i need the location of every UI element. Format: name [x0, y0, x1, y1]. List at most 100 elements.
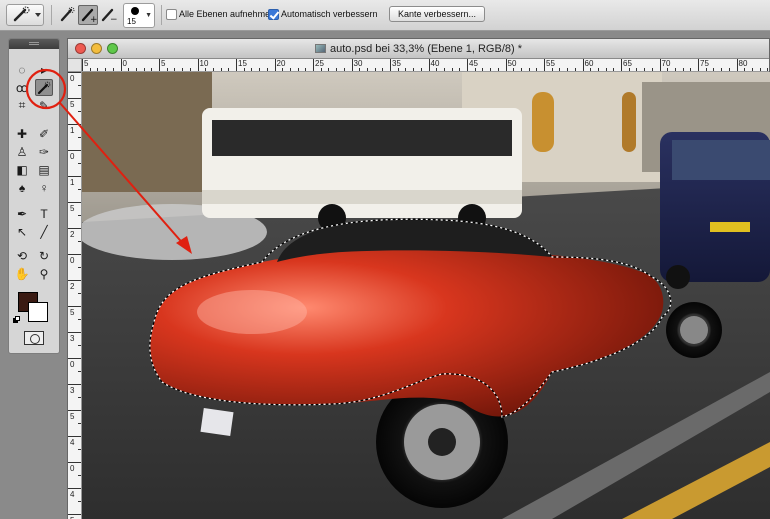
ruler-label: 75 — [700, 59, 709, 68]
healing-brush-icon[interactable]: ✚ — [13, 125, 31, 142]
car-photo — [82, 72, 770, 519]
options-bar: + − 15 ▼ Alle Ebenen aufnehmen Automatis… — [0, 0, 770, 31]
ruler-label: 35 — [392, 59, 401, 68]
pen-tool-icon[interactable]: ✒ — [13, 205, 31, 222]
ruler-label: 1 — [70, 178, 75, 187]
tools-panel-header[interactable] — [9, 39, 59, 49]
ruler-tick — [68, 72, 81, 73]
lasso-tool-icon[interactable]: ꝏ — [13, 79, 31, 96]
chevron-down-icon: ▼ — [145, 12, 152, 19]
ruler-tick — [68, 124, 81, 125]
blur-tool-icon[interactable]: ♠ — [13, 179, 31, 196]
image-canvas[interactable] — [82, 72, 770, 519]
path-selection-icon[interactable]: ↖ — [13, 223, 31, 240]
ruler-tick — [68, 98, 81, 99]
zoom-tool-icon[interactable]: ⚲ — [35, 265, 53, 282]
crop-tool-icon[interactable]: ⌗ — [13, 97, 31, 114]
ruler-tick — [68, 176, 81, 177]
horizontal-ruler[interactable]: 5 0 5 10 15 20 25 30 35 40 45 50 55 60 65 70 75 80 — [82, 59, 769, 72]
history-brush-icon[interactable]: ✑ — [35, 143, 53, 160]
ruler-label: 55 — [546, 59, 555, 68]
3d-orbit-icon[interactable]: ↻ — [35, 247, 53, 264]
type-tool-icon[interactable]: T — [35, 205, 53, 222]
gradient-tool-icon[interactable]: ▤ — [35, 161, 53, 178]
ruler-tick — [68, 228, 81, 229]
ruler-tick — [274, 59, 276, 71]
ruler-tick — [621, 59, 622, 71]
eyedropper-tool-icon[interactable]: ✎ — [35, 97, 53, 114]
ruler-label: 3 — [70, 334, 75, 343]
all-layers-label: Alle Ebenen aufnehmen — [179, 9, 276, 19]
add-to-selection-button[interactable]: + — [78, 5, 98, 25]
auto-enhance-checkbox[interactable] — [268, 9, 279, 20]
clone-stamp-icon[interactable]: ♙ — [13, 143, 31, 160]
ruler-tick — [68, 384, 81, 385]
subtract-from-selection-button[interactable]: − — [99, 6, 118, 25]
quick-selection-tool-icon[interactable] — [35, 79, 53, 96]
refine-edge-button[interactable]: Kante verbessern... — [389, 6, 486, 22]
document-titlebar[interactable]: auto.psd bei 33,3% (Ebene 1, RGB/8) * — [68, 39, 769, 59]
move-tool-icon[interactable]: ▸ — [35, 61, 53, 78]
ruler-label: 0 — [70, 152, 75, 161]
quick-selection-icon — [13, 6, 41, 22]
ruler-label: 0 — [70, 74, 75, 83]
ruler-tick — [68, 254, 81, 255]
ruler-label: 4 — [70, 438, 75, 447]
ruler-label: 0 — [122, 59, 127, 68]
ruler-tick — [68, 332, 81, 333]
dodge-tool-icon[interactable]: ♀ — [35, 179, 53, 196]
ruler-tick — [68, 306, 81, 307]
ruler-label: 4 — [70, 490, 75, 499]
ruler-label: 0 — [70, 360, 75, 369]
ruler-tick — [68, 410, 81, 411]
ruler-label: 50 — [507, 59, 517, 68]
document-window: auto.psd bei 33,3% (Ebene 1, RGB/8) * 50… — [67, 38, 770, 519]
brush-add-icon: + — [81, 8, 98, 25]
ruler-tick — [351, 59, 353, 71]
ruler-tick — [68, 280, 81, 281]
ruler-origin[interactable] — [68, 59, 82, 72]
svg-text:+: + — [90, 15, 97, 24]
ruler-label: 2 — [70, 230, 75, 239]
all-layers-checkbox[interactable] — [166, 9, 177, 20]
brush-new-icon — [60, 7, 75, 22]
ruler-tick — [736, 59, 738, 71]
ruler-label: 20 — [276, 59, 286, 68]
ruler-label: 70 — [661, 59, 671, 68]
3d-rotate-icon[interactable]: ⟲ — [13, 247, 31, 264]
ruler-label: 5 — [70, 204, 75, 213]
ruler-label: 40 — [430, 59, 440, 68]
ruler-tick — [82, 59, 83, 71]
svg-text:−: − — [110, 15, 117, 24]
ruler-tick — [68, 514, 81, 515]
line-tool-icon[interactable]: ╱ — [35, 223, 53, 240]
new-selection-button[interactable] — [58, 6, 76, 24]
tool-preset-picker[interactable] — [6, 4, 44, 26]
auto-enhance-label: Automatisch verbessern — [281, 9, 378, 19]
ruler-label: 5 — [70, 308, 75, 317]
ruler-tick — [159, 59, 160, 71]
ruler-label: 1 — [70, 126, 75, 135]
ruler-tick — [68, 436, 81, 437]
ruler-label: 5 — [70, 100, 75, 109]
ruler-tick — [544, 59, 545, 71]
ruler-label: 2 — [70, 282, 75, 291]
ruler-tick — [68, 488, 81, 489]
ruler-tick — [68, 150, 81, 151]
vertical-ruler[interactable]: 051015202530354045 — [68, 72, 82, 519]
brush-tool-icon[interactable]: ✐ — [35, 125, 53, 142]
eraser-tool-icon[interactable]: ◧ — [13, 161, 31, 178]
brush-size-picker[interactable]: 15 ▼ — [123, 3, 155, 28]
marquee-tool-icon[interactable]: ◌ — [13, 61, 31, 78]
background-color-swatch[interactable] — [28, 302, 48, 322]
ruler-label: 60 — [584, 59, 594, 68]
quick-mask-icon[interactable] — [24, 331, 44, 345]
default-colors-icon[interactable] — [13, 316, 21, 324]
ruler-label: 15 — [238, 59, 247, 68]
ruler-label: 5 — [70, 412, 75, 421]
tools-panel: ◌ ▸ ꝏ ⌗ ✎ ✚ ✐ ♙ ✑ ◧ ▤ ♠ ♀ ✒ T ↖ ╱ ⟲ ↻ ✋ … — [8, 38, 60, 354]
hand-tool-icon[interactable]: ✋ — [13, 265, 31, 282]
ruler-label: 5 — [84, 59, 89, 68]
ruler-tick — [467, 59, 468, 71]
ruler-tick — [68, 358, 81, 359]
